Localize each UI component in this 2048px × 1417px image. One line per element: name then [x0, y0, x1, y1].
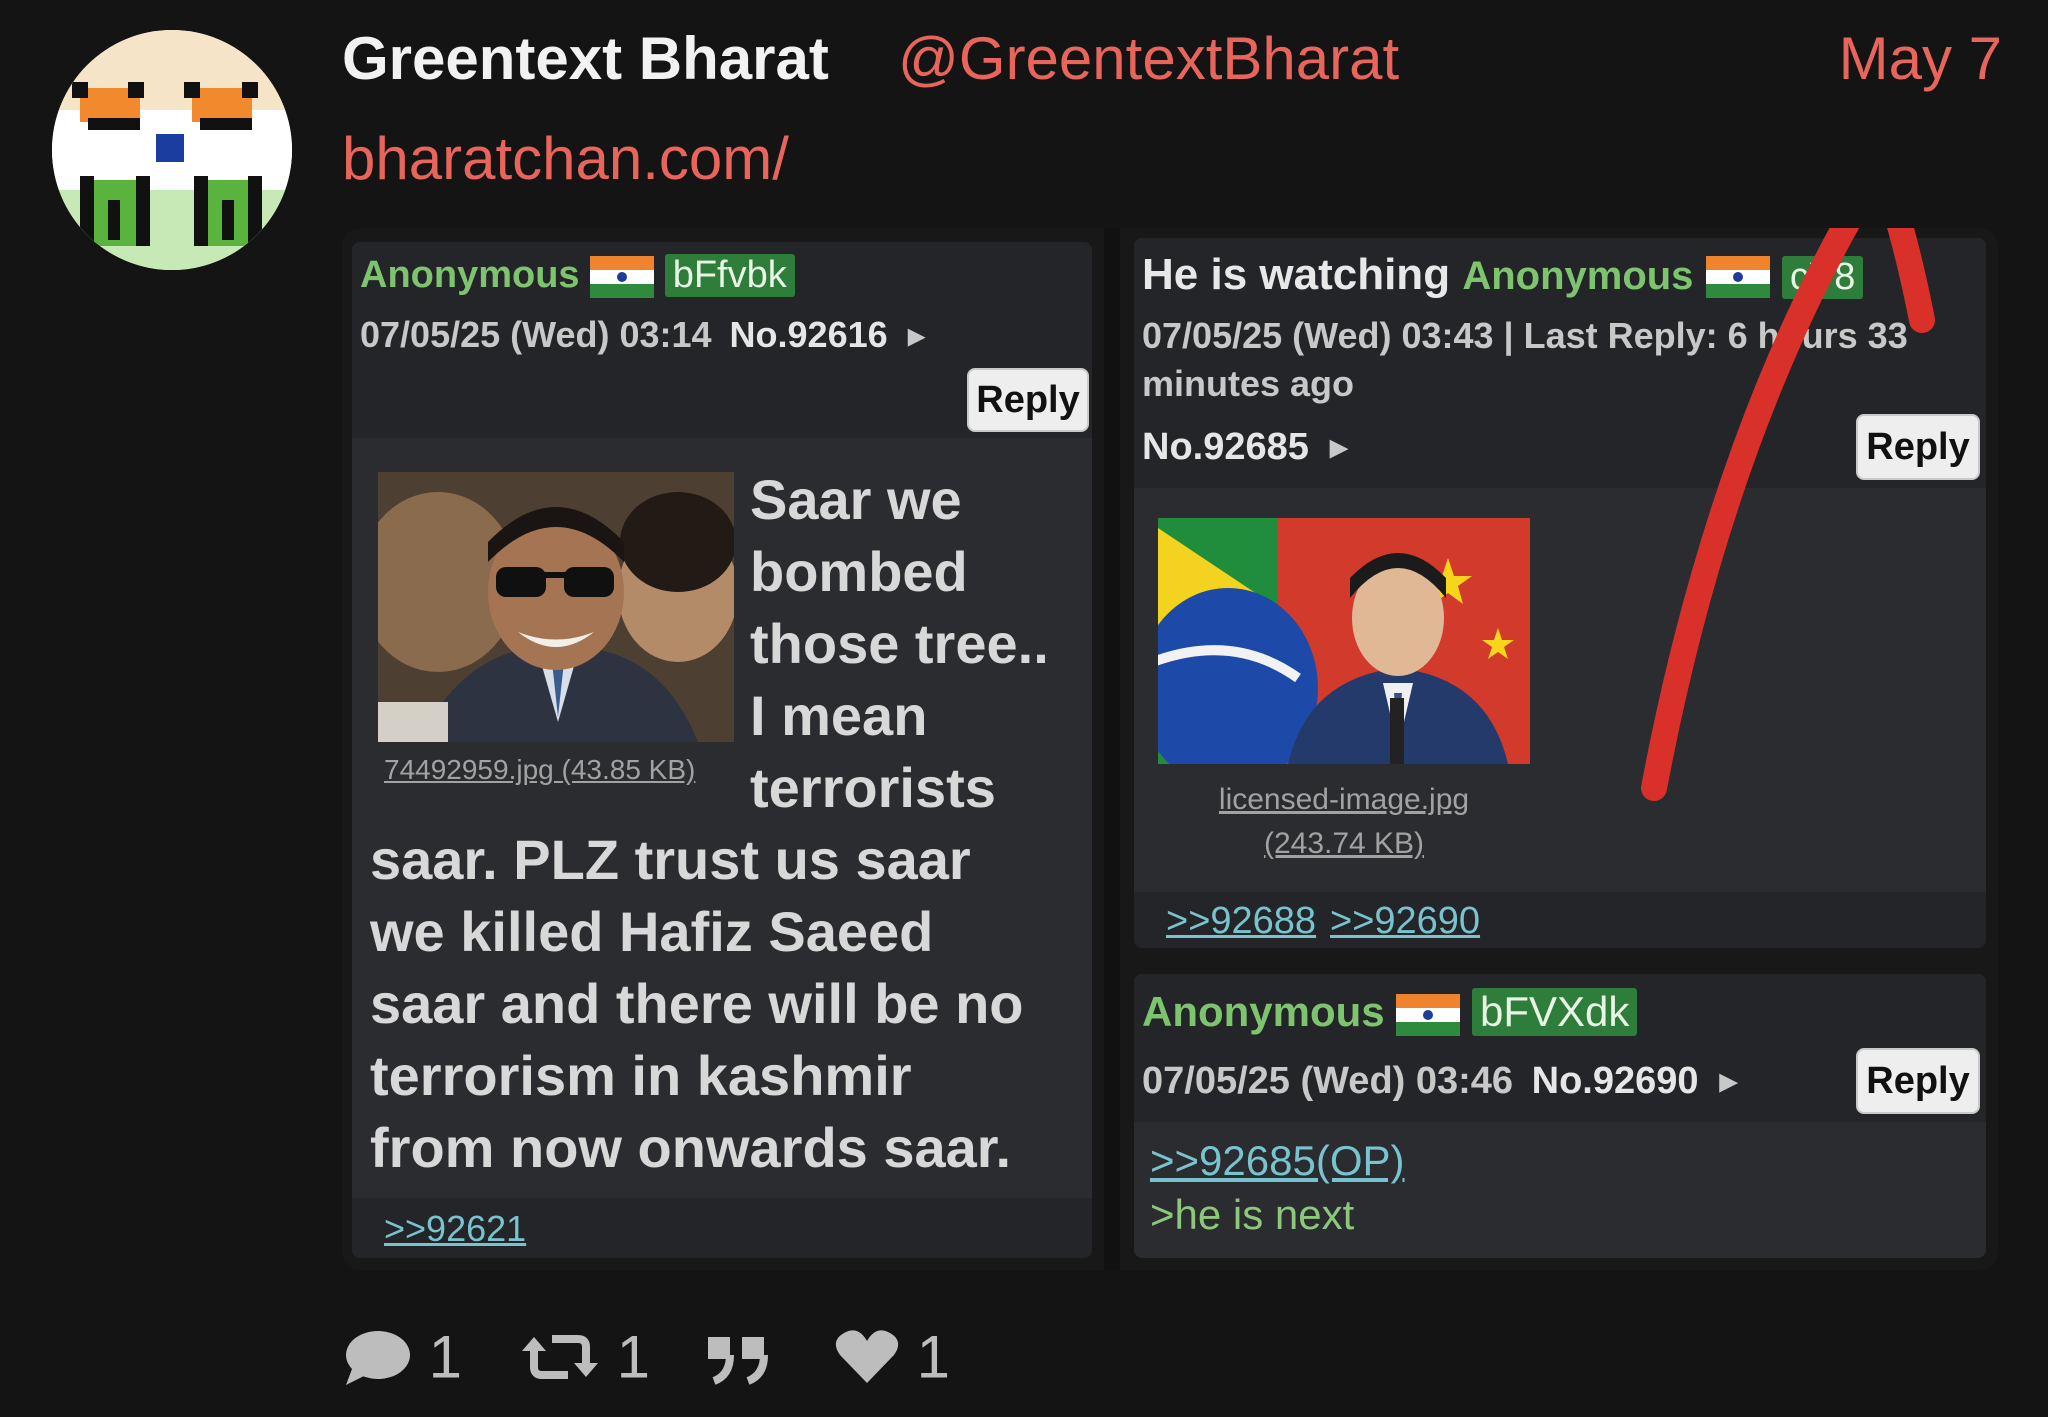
post-meta: 07/05/25 (Wed) 03:43 | Last Reply: 6 hou…: [1142, 312, 1908, 408]
india-flag-icon: [1396, 993, 1461, 1036]
post-number[interactable]: No.92616: [730, 314, 888, 355]
post-thumbnail[interactable]: [1158, 518, 1530, 764]
poster-id: cY8: [1781, 256, 1864, 299]
play-arrow-icon[interactable]: ▸: [908, 314, 926, 355]
post-header: Anonymous bFfvbk 07/05/25 (Wed) 03:14 No…: [352, 242, 1092, 438]
body-line: Saar we: [750, 468, 962, 531]
display-name[interactable]: Greentext Bharat: [342, 24, 829, 93]
post-datetime: 07/05/25 (Wed) 03:14: [360, 314, 712, 355]
post-header: He is watching Anonymous cY8 07/05/25 (W…: [1134, 238, 1986, 488]
post-meta: 07/05/25 (Wed) 03:46 No.92690 ▸: [1142, 1058, 1738, 1103]
body-line: saar and there will be no: [370, 972, 1024, 1035]
file-info[interactable]: 74492959.jpg (43.85 KB): [384, 754, 695, 786]
play-arrow-icon[interactable]: ▸: [1719, 1060, 1738, 1102]
poster-line: Anonymous bFfvbk: [360, 254, 795, 298]
india-flag-icon: [1705, 256, 1770, 299]
post-datetime-cont: minutes ago: [1142, 363, 1355, 404]
post-92690: Anonymous bFVXdk 07/05/25 (Wed) 03:46 No…: [1134, 974, 1986, 1258]
poster-line: Anonymous bFVXdk: [1142, 988, 1638, 1036]
post-link[interactable]: bharatchan.com/: [342, 124, 789, 193]
file-size[interactable]: (243.74 KB): [1158, 822, 1530, 866]
post-number-line: No.92685 ▸: [1142, 424, 1349, 469]
retweet-count: 1: [616, 1323, 651, 1391]
pixel-avatar-icon: [52, 30, 292, 270]
smiling-man-photo-icon: [378, 472, 734, 742]
post-thumbnail[interactable]: [378, 472, 734, 742]
poster-name: Anonymous: [1142, 988, 1385, 1035]
body-line: I mean: [750, 684, 928, 747]
comment-count: 1: [428, 1323, 463, 1391]
body-line: terrorism in kashmir: [370, 1044, 912, 1107]
file-name[interactable]: licensed-image.jpg: [1158, 778, 1530, 822]
body-line: those tree..: [750, 612, 1049, 675]
backlinks-bar: >>92621: [352, 1198, 1092, 1258]
backlink[interactable]: >>92688: [1166, 900, 1316, 943]
column-divider: [1104, 228, 1120, 1270]
poster-id: bFfvbk: [664, 254, 795, 297]
post-body-wide: saar. PLZ trust us saar we killed Hafiz …: [370, 824, 1086, 1184]
retweet-button[interactable]: 1: [520, 1318, 650, 1392]
like-button[interactable]: 1: [834, 1318, 950, 1392]
backlinks-bar: >>92688 >>92690: [1134, 892, 1986, 948]
post-datetime: 07/05/25 (Wed) 03:46: [1142, 1060, 1514, 1102]
post-header: Anonymous bFVXdk 07/05/25 (Wed) 03:46 No…: [1134, 974, 1986, 1122]
poster-id: bFVXdk: [1472, 988, 1638, 1036]
post-meta: 07/05/25 (Wed) 03:14 No.92616 ▸: [360, 314, 926, 356]
file-info[interactable]: licensed-image.jpg (243.74 KB): [1158, 778, 1530, 866]
body-line: bombed: [750, 540, 968, 603]
user-handle[interactable]: @GreentextBharat: [898, 24, 1399, 93]
post-date[interactable]: May 7: [1839, 24, 2002, 93]
body-line: we killed Hafiz Saeed: [370, 900, 934, 963]
quote-icon: [704, 1319, 774, 1386]
post-number[interactable]: No.92690: [1532, 1060, 1699, 1102]
quote-link[interactable]: >>92685(OP): [1150, 1134, 1405, 1188]
reply-button[interactable]: Reply: [1856, 414, 1980, 480]
leader-flags-photo-icon: [1158, 518, 1530, 764]
poster-line: He is watching Anonymous cY8: [1142, 250, 1864, 300]
post-body: >>92685(OP) >he is next: [1150, 1134, 1405, 1242]
body-line: terrorists: [750, 756, 996, 819]
quote-button[interactable]: [704, 1318, 774, 1387]
poster-name: Anonymous: [360, 254, 580, 296]
speech-bubble-icon: [342, 1319, 429, 1386]
play-arrow-icon[interactable]: ▸: [1329, 426, 1348, 468]
body-line: saar. PLZ trust us saar: [370, 828, 971, 891]
embedded-screenshot[interactable]: Anonymous bFfvbk 07/05/25 (Wed) 03:14 No…: [342, 228, 1998, 1270]
india-flag-icon: [590, 255, 655, 298]
backlink[interactable]: >>92621: [384, 1208, 526, 1250]
post-number[interactable]: No.92685: [1142, 426, 1309, 468]
like-count: 1: [916, 1323, 951, 1391]
post-body-narrow: Saar we bombed those tree.. I mean terro…: [750, 464, 1090, 824]
avatar[interactable]: [52, 30, 292, 270]
post-92616: Anonymous bFfvbk 07/05/25 (Wed) 03:14 No…: [352, 242, 1092, 1258]
reply-button[interactable]: Reply: [1856, 1048, 1980, 1114]
post-92685: He is watching Anonymous cY8 07/05/25 (W…: [1134, 238, 1986, 948]
retweet-icon: [520, 1319, 617, 1386]
body-line: from now onwards saar.: [370, 1116, 1012, 1179]
poster-name: Anonymous: [1462, 254, 1694, 298]
heart-icon: [834, 1319, 917, 1386]
reply-button[interactable]: Reply: [967, 368, 1089, 432]
thread-subject: He is watching: [1142, 250, 1451, 299]
greentext-line: >he is next: [1150, 1191, 1355, 1238]
comment-button[interactable]: 1: [342, 1318, 462, 1392]
post-datetime: 07/05/25 (Wed) 03:43 | Last Reply: 6 hou…: [1142, 315, 1908, 356]
backlink[interactable]: >>92690: [1330, 900, 1480, 943]
